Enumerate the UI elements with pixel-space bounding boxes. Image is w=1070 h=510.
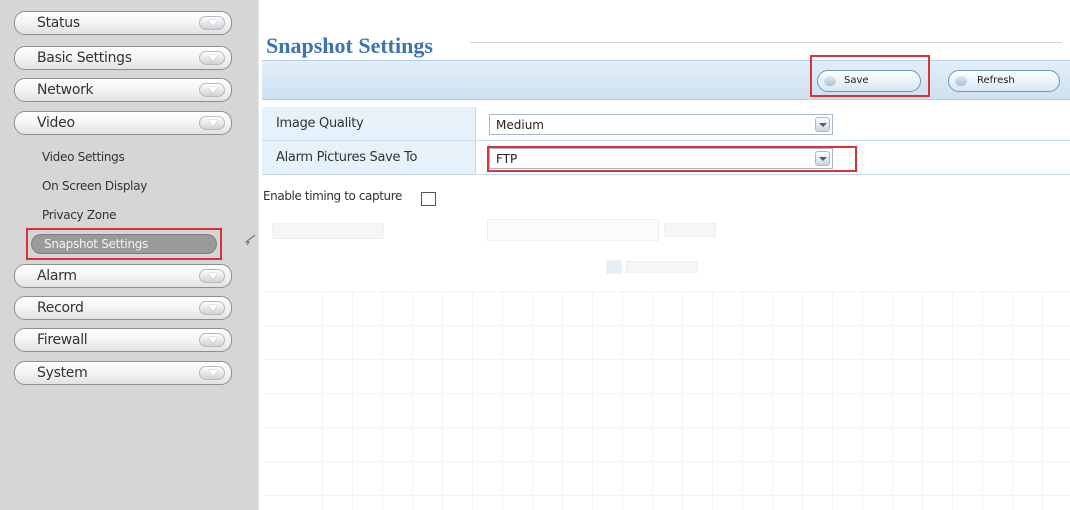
schedule-grid-line	[742, 291, 743, 510]
refresh-icon	[955, 76, 967, 86]
menu-firewall-label: Firewall	[37, 332, 88, 348]
active-item-pill: Snapshot Settings	[31, 234, 217, 254]
sidebar: Status Basic Settings Network Video Vide…	[0, 0, 259, 510]
image-quality-label: Image Quality	[276, 116, 364, 131]
schedule-grid-line	[472, 291, 473, 510]
alarm-save-label-cell: Alarm Pictures Save To	[262, 141, 476, 174]
chevron-down-icon	[199, 333, 225, 347]
schedule-grid-line	[502, 291, 503, 510]
menu-alarm[interactable]: Alarm	[14, 264, 232, 288]
schedule-grid-line	[712, 291, 713, 510]
chevron-down-icon	[199, 116, 225, 130]
schedule-grid-line	[442, 291, 443, 510]
submenu-snapshot-settings-label: Snapshot Settings	[44, 237, 149, 251]
schedule-grid-line	[982, 291, 983, 510]
schedule-grid-line	[412, 291, 413, 510]
dropdown-arrow-icon	[815, 117, 830, 132]
submenu-privacy-zone[interactable]: Privacy Zone	[42, 208, 117, 222]
schedule-grid-line	[262, 495, 1070, 496]
submenu-on-screen-display[interactable]: On Screen Display	[42, 179, 147, 193]
faded-unit	[664, 223, 716, 237]
menu-basic-settings[interactable]: Basic Settings	[14, 46, 232, 70]
schedule-grid-line	[922, 291, 923, 510]
image-quality-row: Image Quality Medium	[262, 107, 1070, 141]
schedule-grid-line	[262, 291, 1070, 292]
menu-system[interactable]: System	[14, 361, 232, 385]
schedule-grid-line	[1012, 291, 1013, 510]
menu-status[interactable]: Status	[14, 11, 232, 35]
schedule-grid-line	[952, 291, 953, 510]
schedule-grid-line	[262, 461, 1070, 462]
schedule-grid-line	[262, 393, 1070, 394]
schedule-grid-line	[772, 291, 773, 510]
schedule-grid-line	[622, 291, 623, 510]
submenu-video-settings[interactable]: Video Settings	[42, 150, 125, 164]
chevron-down-icon	[199, 366, 225, 380]
menu-record-label: Record	[37, 300, 84, 316]
schedule-grid-line	[262, 359, 1070, 360]
schedule-grid-line	[262, 427, 1070, 428]
image-quality-label-cell: Image Quality	[262, 107, 476, 140]
menu-system-label: System	[37, 365, 88, 381]
page-title: Snapshot Settings	[266, 33, 433, 58]
refresh-button-label: Refresh	[977, 75, 1015, 86]
schedule-grid-line	[532, 291, 533, 510]
schedule-grid-line	[322, 291, 323, 510]
menu-video-label: Video	[37, 115, 75, 131]
schedule-grid-line	[262, 325, 1070, 326]
schedule-grid-line	[382, 291, 383, 510]
submenu-snapshot-settings[interactable]: Snapshot Settings	[26, 228, 222, 260]
enable-timing-checkbox[interactable]	[421, 192, 436, 206]
title-divider	[470, 42, 1062, 43]
menu-video[interactable]: Video	[14, 111, 232, 135]
image-quality-select[interactable]: Medium	[489, 114, 833, 135]
schedule-grid-line	[832, 291, 833, 510]
chevron-down-icon	[199, 83, 225, 97]
menu-alarm-label: Alarm	[37, 268, 77, 284]
menu-network-label: Network	[37, 82, 94, 98]
save-highlight-box	[810, 55, 930, 97]
schedule-grid-line	[682, 291, 683, 510]
chevron-down-icon	[199, 16, 225, 30]
schedule-grid-line	[352, 291, 353, 510]
faded-field-label	[272, 223, 384, 239]
schedule-grid-line	[652, 291, 653, 510]
faded-input	[487, 219, 659, 241]
alarm-save-label: Alarm Pictures Save To	[276, 150, 418, 165]
ftp-highlight-box	[487, 146, 857, 172]
faded-check-label	[626, 261, 698, 273]
schedule-grid-line	[802, 291, 803, 510]
schedule-grid-line	[562, 291, 563, 510]
menu-firewall[interactable]: Firewall	[14, 328, 232, 352]
schedule-grid-line	[1042, 291, 1043, 510]
chevron-down-icon	[199, 269, 225, 283]
mouse-pointer-icon	[244, 234, 256, 246]
menu-record[interactable]: Record	[14, 296, 232, 320]
schedule-grid-line	[862, 291, 863, 510]
disabled-settings-area	[262, 215, 1070, 510]
image-quality-value: Medium	[496, 118, 544, 132]
menu-status-label: Status	[37, 15, 80, 31]
menu-basic-settings-label: Basic Settings	[37, 50, 132, 66]
chevron-down-icon	[199, 51, 225, 65]
enable-timing-label: Enable timing to capture	[263, 189, 402, 203]
refresh-button[interactable]: Refresh	[948, 70, 1060, 92]
toolbar: Save Refresh	[262, 60, 1070, 100]
schedule-grid-line	[892, 291, 893, 510]
chevron-down-icon	[199, 301, 225, 315]
faded-checkbox	[606, 260, 622, 274]
schedule-grid-line	[592, 291, 593, 510]
menu-network[interactable]: Network	[14, 78, 232, 102]
